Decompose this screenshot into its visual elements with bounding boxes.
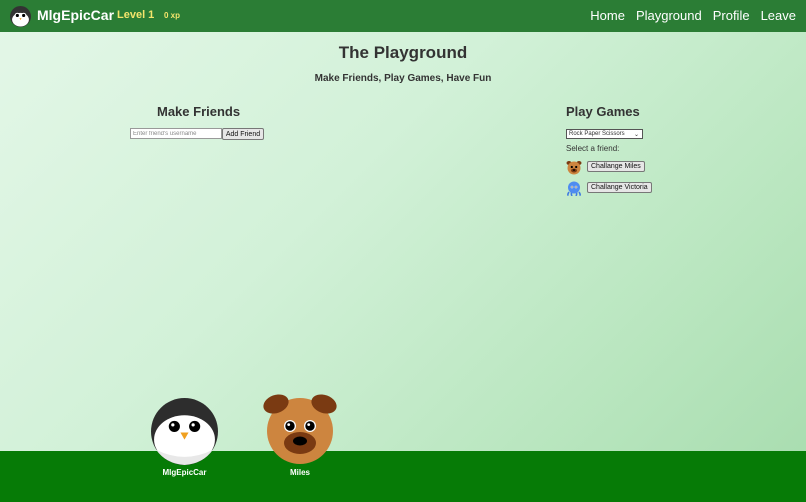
chevron-down-icon: ⌄ <box>633 132 639 138</box>
game-select-value: Rock Paper Scissors <box>569 131 625 137</box>
character-name: MlgEpicCar <box>162 468 207 477</box>
nav-link-home[interactable]: Home <box>590 8 625 23</box>
add-friend-button[interactable]: Add Friend <box>222 128 264 140</box>
play-games-heading: Play Games <box>566 104 640 119</box>
nav-links: Home Playground Profile Leave <box>590 8 796 23</box>
nav-link-playground[interactable]: Playground <box>636 8 702 23</box>
game-select[interactable]: Rock Paper Scissors ⌄ <box>566 129 643 139</box>
friend-username-input[interactable] <box>130 128 222 139</box>
nav-brand[interactable]: MlgEpicCar <box>37 7 114 23</box>
navbar: MlgEpicCar Level 1 0 xp Home Playground … <box>0 0 806 32</box>
select-friend-label: Select a friend: <box>566 144 620 153</box>
challenge-miles-button[interactable]: Challange Miles <box>587 161 645 172</box>
nav-link-leave[interactable]: Leave <box>761 8 796 23</box>
level-indicator: Level 1 <box>117 9 155 21</box>
page-subtitle: Make Friends, Play Games, Have Fun <box>314 73 492 84</box>
penguin-logo-icon <box>10 6 31 27</box>
challenge-victoria-button[interactable]: Challange Victoria <box>587 182 652 193</box>
octopus-icon <box>567 181 581 196</box>
nav-link-profile[interactable]: Profile <box>713 8 750 23</box>
dog-character-icon[interactable] <box>262 390 338 466</box>
ground <box>0 451 806 502</box>
penguin-character-icon[interactable] <box>150 397 219 466</box>
dog-icon <box>566 161 582 175</box>
make-friends-heading: Make Friends <box>157 104 241 119</box>
page-title: The Playground <box>338 43 468 62</box>
character-name: Miles <box>289 468 310 477</box>
xp-indicator: 0 xp <box>164 11 181 20</box>
